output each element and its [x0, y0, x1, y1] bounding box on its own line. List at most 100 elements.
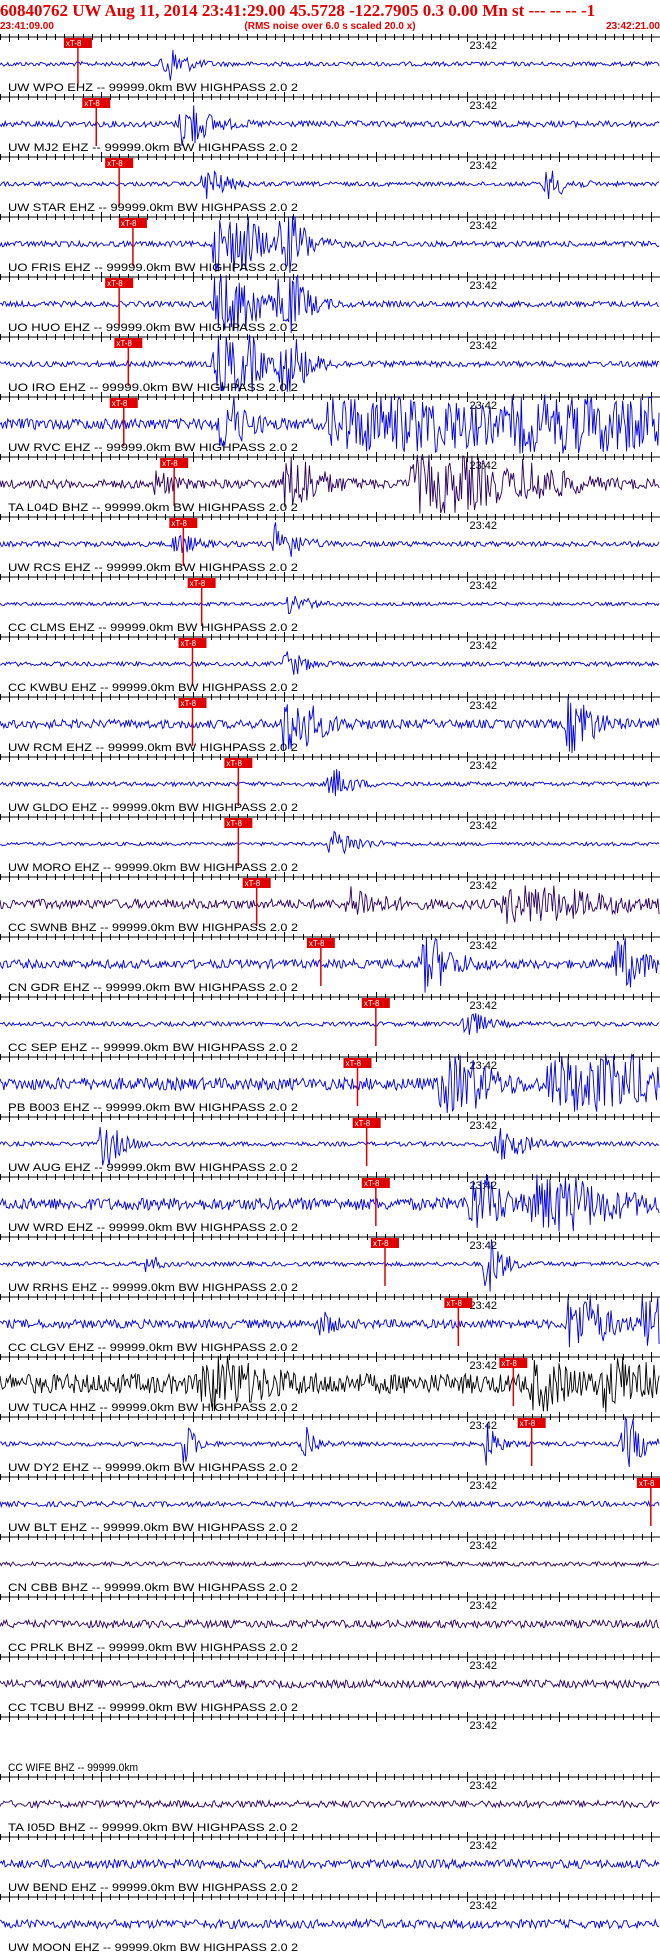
station-label: UW TUCA HHZ -- 99999.0km BW HIGHPASS 2.0… — [8, 1402, 298, 1414]
waveform-trace — [0, 1013, 660, 1035]
station-label: UO HUO EHZ -- 99999.0km BW HIGHPASS 2.0 … — [8, 322, 298, 334]
minute-label: 23:42 — [470, 340, 498, 352]
minute-label: 23:42 — [470, 1840, 498, 1852]
pick-label: xT-8 — [364, 999, 380, 1008]
station-label: UW AUG EHZ -- 99999.0km BW HIGHPASS 2.0 … — [8, 1162, 298, 1174]
minute-label: 23:42 — [470, 640, 498, 652]
waveform-trace — [0, 1560, 660, 1568]
minute-label: 23:42 — [470, 940, 498, 952]
minute-label: 23:42 — [470, 880, 498, 892]
pick-label: xT-8 — [226, 759, 242, 768]
station-label: PB B003 EHZ -- 99999.0km BW HIGHPASS 2.0… — [8, 1102, 298, 1114]
minute-label: 23:42 — [470, 1900, 498, 1912]
station-label: UW RCM EHZ -- 99999.0km BW HIGHPASS 2.0 … — [8, 742, 298, 754]
waveform-trace — [0, 830, 660, 855]
waveform-trace — [0, 1126, 660, 1166]
station-label: CC CLGV EHZ -- 99999.0km BW HIGHPASS 2.0… — [8, 1342, 298, 1354]
station-label: CC CLMS EHZ -- 99999.0km BW HIGHPASS 2.0… — [8, 622, 298, 634]
waveform-trace — [0, 522, 660, 557]
minute-label: 23:42 — [470, 100, 498, 112]
pick-label: xT-8 — [84, 99, 100, 108]
minute-label: 23:42 — [470, 160, 498, 172]
station-label: CC SEP EHZ -- 99999.0km BW HIGHPASS 2.0 … — [8, 1042, 298, 1054]
pick-label: xT-8 — [181, 639, 197, 648]
minute-label: 23:42 — [470, 1600, 498, 1612]
pick-label: xT-8 — [162, 459, 178, 468]
minute-label: 23:42 — [470, 1480, 498, 1492]
station-label: UW RVC EHZ -- 99999.0km BW HIGHPASS 2.0 … — [8, 442, 298, 454]
station-label: UW GLDO EHZ -- 99999.0km BW HIGHPASS 2.0… — [8, 802, 298, 814]
waveform-trace — [0, 170, 660, 200]
waveform-trace — [0, 769, 660, 797]
minute-label: 23:42 — [470, 280, 498, 292]
pick-label: xT-8 — [116, 339, 132, 348]
pick-label: xT-8 — [121, 219, 137, 228]
station-label: UW BEND EHZ -- 99999.0km BW HIGHPASS 2.0… — [8, 1882, 298, 1894]
station-label: CC KWBU EHZ -- 99999.0km BW HIGHPASS 2.0… — [8, 682, 298, 694]
waveform-trace — [0, 651, 660, 675]
station-label: TA L04D BHZ -- 99999.0km BW HIGHPASS 2.0… — [8, 502, 298, 514]
waveform-trace — [0, 1618, 660, 1630]
header-title: 60840762 UW Aug 11, 2014 23:41:29.00 45.… — [0, 1, 596, 20]
pick-label: xT-8 — [446, 1299, 462, 1308]
pick-label: xT-8 — [520, 1419, 536, 1428]
station-label: UW WRD EHZ -- 99999.0km BW HIGHPASS 2.0 … — [8, 1222, 298, 1234]
waveform-trace — [0, 105, 660, 146]
station-label: UO FRIS EHZ -- 99999.0km BW HIGHPASS 2.0… — [8, 262, 298, 274]
pick-label: xT-8 — [66, 39, 82, 48]
waveform-trace — [0, 1857, 660, 1870]
waveform-trace — [0, 1917, 660, 1930]
pick-label: xT-8 — [226, 819, 242, 828]
station-label: UW MOON EHZ -- 99999.0km BW HIGHPASS 2.0… — [8, 1942, 298, 1954]
station-label: UW RCS EHZ -- 99999.0km BW HIGHPASS 2.0 … — [8, 562, 298, 574]
minute-label: 23:42 — [470, 1420, 498, 1432]
minute-label: 23:42 — [470, 460, 498, 472]
minute-label: 23:42 — [470, 1300, 498, 1312]
station-label: CN CBB BHZ -- 99999.0km BW HIGHPASS 2.0 … — [8, 1582, 298, 1594]
minute-label: 23:42 — [470, 820, 498, 832]
station-label: UW DY2 EHZ -- 99999.0km BW HIGHPASS 2.0 … — [8, 1462, 298, 1474]
minute-label: 23:42 — [470, 580, 498, 592]
pick-label: xT-8 — [107, 279, 123, 288]
pick-label: xT-8 — [245, 879, 261, 888]
pick-label: xT-8 — [107, 159, 123, 168]
minute-label: 23:42 — [470, 1120, 498, 1132]
pick-label: xT-8 — [181, 699, 197, 708]
pick-label: xT-8 — [346, 1059, 362, 1068]
minute-label: 23:42 — [470, 220, 498, 232]
station-label: UW STAR EHZ -- 99999.0km BW HIGHPASS 2.0… — [8, 202, 298, 214]
rms-note: (RMS noise over 6.0 s scaled 20.0 x) — [244, 21, 416, 32]
minute-label: 23:42 — [470, 1780, 498, 1792]
station-label: UW RRHS EHZ -- 99999.0km BW HIGHPASS 2.0… — [8, 1282, 298, 1294]
waveform-trace — [0, 1416, 660, 1468]
minute-label: 23:42 — [470, 40, 498, 52]
station-label: UO IRO EHZ -- 99999.0km BW HIGHPASS 2.0 … — [8, 382, 298, 394]
minute-label: 23:42 — [470, 700, 498, 712]
seismogram-plot: 23:42 xT-8 UW WPO EHZ -- 99999.0km BW HIGH… — [0, 34, 660, 1954]
minute-label: 23:42 — [470, 760, 498, 772]
station-label: UW MJ2 EHZ -- 99999.0km BW HIGHPASS 2.0 … — [8, 142, 298, 154]
station-label: UW BLT EHZ -- 99999.0km BW HIGHPASS 2.0 … — [8, 1522, 298, 1534]
station-label: UW WPO EHZ -- 99999.0km BW HIGHPASS 2.0 … — [8, 82, 298, 94]
station-label: CC TCBU BHZ -- 99999.0km BW HIGHPASS 2.0… — [8, 1702, 298, 1714]
waveform-trace — [0, 885, 660, 924]
waveform-trace — [0, 1678, 660, 1690]
waveform-trace — [0, 1799, 660, 1809]
pick-label: xT-8 — [364, 1179, 380, 1188]
waveform-trace — [0, 49, 660, 81]
station-label: CC PRLK BHZ -- 99999.0km BW HIGHPASS 2.0… — [8, 1642, 298, 1654]
waveform-trace — [0, 1499, 660, 1509]
station-label: CN GDR EHZ -- 99999.0km BW HIGHPASS 2.0 … — [8, 982, 298, 994]
waveform-trace — [0, 1295, 660, 1348]
minute-label: 23:42 — [470, 1660, 498, 1672]
minute-label: 23:42 — [470, 1000, 498, 1012]
station-label: CC WIFE BHZ -- 99999.0km — [8, 1762, 138, 1774]
minute-label: 23:42 — [470, 1360, 498, 1372]
station-label: TA I05D BHZ -- 99999.0km BW HIGHPASS 2.0… — [8, 1822, 298, 1834]
pick-label: xT-8 — [190, 579, 206, 588]
pick-label: xT-8 — [373, 1239, 389, 1248]
station-label: CC SWNB BHZ -- 99999.0km BW HIGHPASS 2.0… — [8, 922, 298, 934]
pick-label: xT-8 — [112, 399, 128, 408]
minute-label: 23:42 — [470, 1720, 498, 1732]
pick-label: xT-8 — [501, 1359, 517, 1368]
